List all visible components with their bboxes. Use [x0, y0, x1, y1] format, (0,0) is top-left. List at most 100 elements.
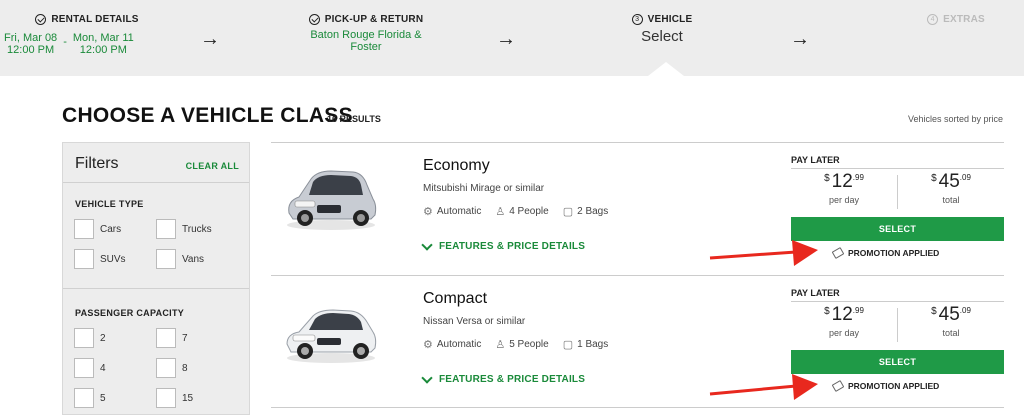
tag-icon — [831, 247, 845, 259]
vehicle-type-title: VEHICLE TYPE — [75, 199, 144, 209]
currency: $ — [931, 173, 937, 184]
checkbox-vans[interactable] — [156, 249, 176, 269]
cents: .09 — [959, 306, 971, 315]
features-label: FEATURES & PRICE DETAILS — [439, 374, 586, 385]
checkbox-trucks[interactable] — [156, 219, 176, 239]
to-time: 12:00 PM — [79, 44, 127, 56]
arrow-right-icon: → — [496, 28, 516, 50]
checkbox-label: Cars — [100, 224, 122, 235]
checkbox-label: 8 — [182, 363, 188, 374]
cents: .09 — [959, 173, 971, 182]
price-box: PAY LATER $12.99 per day $45.09 total SE… — [791, 276, 1004, 408]
features-price-details-link[interactable]: FEATURES & PRICE DETAILS — [421, 371, 586, 385]
cents: .99 — [852, 173, 864, 182]
from-time: 12:00 PM — [7, 44, 55, 56]
price-per-day: $12.99 per day — [791, 304, 897, 338]
vehicle-model: Mitsubishi Mirage or similar — [423, 183, 545, 194]
chevron-down-icon — [421, 238, 433, 251]
checkbox-label: 4 — [100, 363, 106, 374]
step-vehicle[interactable]: 3 VEHICLE Select — [620, 14, 704, 45]
check-circle-icon — [35, 14, 47, 25]
checkbox-label: Trucks — [182, 224, 212, 235]
currency: $ — [931, 306, 937, 317]
select-button[interactable]: SELECT — [791, 217, 1004, 241]
checkbox-capacity-8[interactable] — [156, 358, 176, 378]
vehicle-specs: ⚙ Automatic ♙ 5 People ▢ 1 Bags — [423, 338, 608, 351]
checkbox-cars[interactable] — [74, 219, 94, 239]
checkbox-capacity-15[interactable] — [156, 388, 176, 408]
sort-label[interactable]: Vehicles sorted by price — [908, 114, 1003, 124]
from-day: Fri, Mar 08 — [4, 32, 58, 44]
date-separator: - — [63, 36, 67, 48]
spec-people: 5 People — [509, 339, 549, 350]
checkbox-capacity-4[interactable] — [74, 358, 94, 378]
checkbox-capacity-5[interactable] — [74, 388, 94, 408]
price-total: $45.09 total — [898, 171, 1004, 205]
checkbox-capacity-7[interactable] — [156, 328, 176, 348]
pay-later-label: PAY LATER — [791, 155, 1004, 169]
transmission-icon: ⚙ — [423, 206, 433, 218]
currency: $ — [824, 173, 830, 184]
step-vehicle-value: Select — [641, 28, 683, 45]
person-icon: ♙ — [495, 339, 506, 351]
checkbox-label: 5 — [100, 393, 106, 404]
checkbox-label: 7 — [182, 333, 188, 344]
active-step-indicator — [648, 62, 684, 76]
filters-title: Filters — [75, 155, 119, 172]
checkbox-capacity-2[interactable] — [74, 328, 94, 348]
progress-steps: RENTAL DETAILS Fri, Mar 08 12:00 PM - Mon… — [0, 0, 1024, 76]
vehicle-class-name: Economy — [423, 157, 490, 174]
checkbox-label: SUVs — [100, 254, 126, 265]
spec-people: 4 People — [509, 206, 549, 217]
passenger-capacity-title: PASSENGER CAPACITY — [75, 308, 185, 318]
divider — [63, 288, 249, 289]
spec-bags: 2 Bags — [577, 206, 609, 217]
clear-all-button[interactable]: CLEAR ALL — [186, 161, 239, 171]
promotion-applied: PROMOTION APPLIED — [831, 380, 939, 392]
red-arrow-annotation-icon — [709, 374, 818, 400]
spec-bags: 1 Bags — [577, 339, 609, 350]
step-number-icon: 4 — [927, 14, 939, 25]
step-title: VEHICLE — [647, 14, 693, 25]
step-number-icon: 3 — [631, 14, 643, 25]
car-image — [286, 309, 377, 363]
page-title: CHOOSE A VEHICLE CLASS — [62, 104, 353, 127]
step-pickup-return[interactable]: PICK-UP & RETURN Baton Rouge Florida & F… — [296, 14, 436, 53]
check-circle-icon — [308, 14, 320, 25]
price-box: PAY LATER $12.99 per day $45.09 total SE… — [791, 143, 1004, 275]
step-extras: 4 EXTRAS — [924, 14, 988, 25]
step-rental-details[interactable]: RENTAL DETAILS — [28, 14, 146, 25]
amount: 45 — [938, 304, 960, 325]
vehicle-class-name: Compact — [423, 290, 488, 307]
amount: 12 — [831, 304, 853, 325]
vehicle-card-compact: Compact Nissan Versa or similar ⚙ Automat… — [271, 275, 1004, 407]
features-price-details-link[interactable]: FEATURES & PRICE DETAILS — [421, 238, 585, 252]
checkbox-suvs[interactable] — [74, 249, 94, 269]
amount: 45 — [938, 171, 960, 192]
promotion-applied: PROMOTION APPLIED — [831, 247, 939, 259]
currency: $ — [824, 306, 830, 317]
vehicle-card-economy: Economy Mitsubishi Mirage or similar ⚙ Au… — [271, 142, 1004, 274]
price-label: per day — [828, 195, 860, 205]
checkbox-label: Vans — [182, 254, 205, 265]
price-label: per day — [828, 328, 860, 338]
arrow-right-icon: → — [200, 28, 220, 50]
results-count: 16 RESULTS — [327, 114, 381, 124]
amount: 12 — [831, 171, 853, 192]
filters-panel: Filters CLEAR ALL VEHICLE TYPE Cars Truc… — [62, 142, 250, 415]
price-per-day: $12.99 per day — [791, 171, 897, 205]
price-label: total — [942, 195, 960, 205]
step-title: PICK-UP & RETURN — [324, 14, 424, 25]
car-image — [287, 170, 377, 230]
select-button[interactable]: SELECT — [791, 350, 1004, 374]
transmission-icon: ⚙ — [423, 339, 433, 351]
chevron-down-icon — [421, 371, 433, 384]
spec-transmission: Automatic — [436, 339, 482, 350]
divider — [271, 407, 1004, 408]
pickup-location: Baton Rouge Florida & Foster — [310, 29, 422, 53]
checkbox-label: 15 — [182, 393, 194, 404]
to-day: Mon, Mar 11 — [72, 32, 134, 44]
bag-icon: ▢ — [562, 339, 574, 351]
vehicle-specs: ⚙ Automatic ♙ 4 People ▢ 2 Bags — [423, 205, 608, 218]
vehicle-model: Nissan Versa or similar — [423, 316, 526, 327]
